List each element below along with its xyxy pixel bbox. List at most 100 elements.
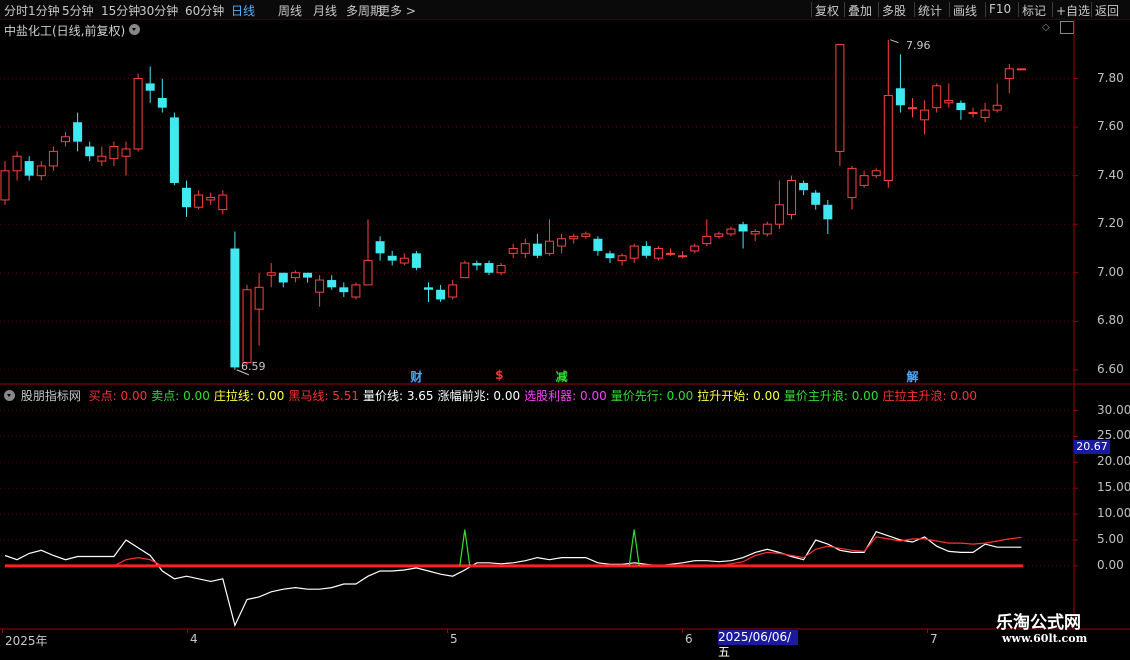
candle [823, 199, 833, 234]
candle [85, 141, 95, 162]
candle [738, 221, 748, 249]
candle-body [726, 228, 736, 235]
candle-body [387, 255, 397, 261]
candle [411, 250, 421, 271]
candle [266, 263, 276, 288]
candle [133, 73, 143, 152]
candle [182, 180, 191, 217]
candle-body [714, 233, 724, 237]
candle-body [242, 289, 252, 364]
candle [73, 112, 83, 152]
candle-body [641, 246, 651, 256]
candle-body [424, 287, 433, 290]
candle-body [48, 150, 58, 167]
candle-body [774, 204, 784, 225]
candle-body [944, 99, 954, 104]
candle [290, 270, 300, 283]
candle [0, 161, 10, 205]
candle-body [968, 112, 978, 115]
indicator-line-黑马线 [5, 536, 1022, 567]
candle-body [666, 252, 675, 255]
indicator-value-9: 量价主升浪: 0.00 [783, 389, 879, 403]
indicator-tick-label: 20.00 [1097, 454, 1130, 469]
price-tick-label: 7.40 [1097, 167, 1124, 182]
event-marker-0[interactable]: 财 [410, 368, 422, 385]
indicator-value-1: 卖点: 0.00 [151, 389, 210, 403]
candle-body [702, 235, 712, 245]
indicator-value-0: 买点: 0.00 [88, 389, 148, 403]
watermark-url: www.60lt.com [1002, 632, 1088, 645]
candle [992, 83, 1002, 113]
indicator-name[interactable]: 股朋指标网 [21, 389, 81, 403]
candle [593, 236, 603, 256]
candle-body [992, 104, 1002, 111]
candle [641, 241, 651, 259]
candle [895, 54, 905, 113]
candle-body [762, 223, 772, 235]
candle-body [847, 167, 857, 199]
indicator-value-3: 黑马线: 5.51 [288, 389, 359, 403]
candle [678, 250, 688, 259]
sell-signal-spike [459, 529, 471, 566]
candle [97, 146, 107, 166]
indicator-value-7: 量价先行: 0.00 [610, 389, 694, 403]
candle [859, 170, 869, 188]
indicator-value-8: 拉升开始: 0.00 [697, 389, 780, 403]
indicator-tick-label: 5.00 [1097, 531, 1124, 546]
price-tick-label: 7.00 [1097, 264, 1124, 279]
indicator-tick-label: 15.00 [1097, 480, 1130, 495]
candle-body [738, 224, 748, 232]
candle-body [750, 230, 760, 235]
candle [24, 156, 34, 181]
candle-body [97, 155, 107, 162]
candle-body [835, 44, 845, 152]
candle-body [1004, 68, 1014, 80]
candle-body [629, 245, 639, 259]
candle [702, 219, 712, 247]
candle [787, 175, 796, 220]
candle [908, 97, 917, 118]
candle-body [12, 155, 22, 172]
candle-body [932, 85, 942, 109]
candle [690, 243, 700, 254]
current-value-box: 20.67 [1074, 440, 1110, 454]
candle [424, 282, 433, 302]
candle-body [85, 146, 95, 157]
candle [968, 107, 978, 118]
candle [375, 236, 385, 261]
candle [750, 229, 760, 242]
event-marker-1[interactable]: $ [495, 368, 503, 382]
candle-body [617, 255, 627, 262]
candle [169, 112, 179, 186]
low-price-label: 6.59 [241, 360, 266, 373]
candle-body [980, 109, 990, 118]
candle-body [545, 240, 554, 254]
candle [472, 260, 482, 271]
price-tick-label: 7.20 [1097, 216, 1124, 231]
watermark-title: 乐淘公式网 [996, 613, 1081, 633]
indicator-values: 买点: 0.00 卖点: 0.00 庄拉线: 0.00 黑马线: 5.51 量价线: 3… [89, 389, 981, 403]
candle [944, 83, 954, 108]
candle [847, 165, 857, 210]
event-marker-3[interactable]: 解 [907, 368, 919, 385]
candle-body [206, 197, 216, 201]
candle-body [678, 255, 688, 258]
candle-body [157, 97, 167, 108]
candle-body [351, 284, 361, 298]
candle [36, 161, 46, 181]
candle [327, 275, 337, 290]
date-tick [927, 629, 928, 633]
candle [194, 190, 204, 210]
candle-body [448, 284, 458, 298]
indicator-tick-label: 30.00 [1097, 402, 1130, 417]
candle [460, 260, 470, 279]
candle [218, 190, 228, 215]
event-marker-2[interactable]: 减 [556, 368, 568, 385]
date-tick [447, 629, 448, 633]
candle [545, 219, 554, 256]
indicator-dropdown-icon[interactable] [4, 390, 15, 401]
candle-body [920, 109, 930, 121]
candle [883, 39, 893, 188]
candle-body [303, 272, 312, 278]
candle [799, 180, 809, 196]
